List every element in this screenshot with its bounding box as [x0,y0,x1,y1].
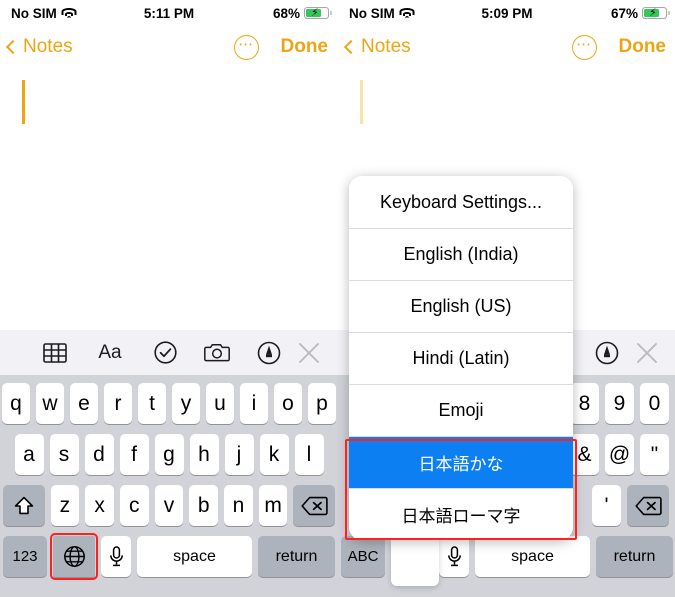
microphone-icon[interactable] [101,536,131,577]
key-apostrophe[interactable]: ' [592,485,621,526]
popup-item-english-india[interactable]: English (India) [349,228,573,280]
shift-icon[interactable] [2,485,45,526]
key-o[interactable]: o [274,383,302,424]
key-f[interactable]: f [119,434,149,475]
nav-right-group: ⋯ Done [233,34,329,60]
keyboard-row-2: a s d f g h j k l [0,434,338,475]
ellipsis-icon[interactable]: ⋯ [233,34,259,60]
status-bar-right: No SIM 5:09 PM 67% ⚡ [338,0,675,26]
key-n[interactable]: n [224,485,253,526]
space-key[interactable]: space [475,536,590,577]
camera-icon[interactable] [204,340,230,366]
key-u[interactable]: u [206,383,234,424]
key-z[interactable]: z [50,485,80,526]
key-rows-left: q w e r t y u i o p a s d f g h j k l z … [0,375,338,580]
text-format-icon[interactable]: Aa [94,340,126,366]
key-m[interactable]: m [258,485,288,526]
key-b[interactable]: b [189,485,219,526]
nav-bar-right: Notes ⋯ Done [338,26,675,68]
popup-item-english-us[interactable]: English (US) [349,280,573,332]
markup-pen-icon[interactable] [256,340,282,366]
status-bar-left: No SIM 5:11 PM 68% ⚡ [0,0,338,26]
popup-item-hindi-latin[interactable]: Hindi (Latin) [349,332,573,384]
notes-tool-group: Aa [42,340,282,366]
popup-item-japanese-kana[interactable]: 日本語かな [349,436,573,488]
chevron-left-icon [5,39,21,55]
keyboard-row-4: ABC space return [338,536,675,577]
key-h[interactable]: h [189,434,219,475]
key-c[interactable]: c [119,485,149,526]
key-i[interactable]: i [240,383,268,424]
nav-right-group: ⋯ Done [571,34,667,60]
nav-bar-left: Notes ⋯ Done [0,26,338,68]
key-r[interactable]: r [104,383,132,424]
key-8[interactable]: 8 [570,383,599,424]
markup-pen-icon[interactable] [594,340,620,366]
close-icon[interactable] [296,340,322,366]
key-v[interactable]: v [154,485,184,526]
phone-screen-left: No SIM 5:11 PM 68% ⚡ Notes ⋯ Done Aa q w… [0,0,338,597]
popup-item-japanese-romaji[interactable]: 日本語ローマ字 [349,488,573,540]
done-button[interactable]: Done [281,36,329,58]
battery-charging-icon: ⚡ [642,6,670,20]
delete-icon[interactable] [293,485,336,526]
key-j[interactable]: j [224,434,254,475]
chevron-left-icon [343,39,359,55]
back-button-label: Notes [23,36,73,57]
battery-percent-label: 68% [272,5,300,21]
key-0[interactable]: 0 [640,383,669,424]
abc-key[interactable]: ABC [341,536,385,577]
key-9[interactable]: 9 [605,383,634,424]
key-p[interactable]: p [308,383,336,424]
status-right-group: 67% ⚡ [610,5,670,21]
key-w[interactable]: w [36,383,64,424]
key-l[interactable]: l [294,434,324,475]
key-s[interactable]: s [49,434,79,475]
key-a[interactable]: a [14,434,44,475]
keyboard-row-4: 123 space return [0,533,338,580]
keyboard-row-1: q w e r t y u i o p [0,383,338,424]
battery-charging-icon: ⚡ [304,6,332,20]
screenshot-stage: No SIM 5:11 PM 68% ⚡ Notes ⋯ Done Aa q w… [0,0,675,597]
space-key[interactable]: space [137,536,252,577]
table-icon[interactable] [42,340,68,366]
popup-item-emoji[interactable]: Emoji [349,384,573,436]
popup-item-keyboard-settings[interactable]: Keyboard Settings... [349,176,573,228]
microphone-icon[interactable] [439,536,469,577]
numbers-key[interactable]: 123 [3,536,47,577]
battery-percent-label: 67% [610,5,638,21]
delete-icon[interactable] [627,485,669,526]
keyboard-popup-tail [391,540,439,586]
return-key[interactable]: return [596,536,673,577]
key-d[interactable]: d [84,434,114,475]
key-k[interactable]: k [259,434,289,475]
key-t[interactable]: t [138,383,166,424]
back-button-label: Notes [361,36,411,57]
key-x[interactable]: x [85,485,114,526]
checklist-icon[interactable] [152,340,178,366]
back-to-notes-button[interactable]: Notes [5,36,73,58]
keyboard-left: Aa q w e r t y u i o p a s d f g h j k l… [0,330,338,597]
keyboard-row-3: z x c v b n m [0,485,338,526]
key-double-quote[interactable]: " [640,434,669,475]
key-y[interactable]: y [172,383,200,424]
key-g[interactable]: g [154,434,184,475]
ellipsis-icon[interactable]: ⋯ [571,34,597,60]
key-e[interactable]: e [70,383,98,424]
back-to-notes-button[interactable]: Notes [343,36,411,58]
text-caret [360,80,363,124]
keyboard-language-popup: Keyboard Settings... English (India) Eng… [349,176,573,540]
note-editor-left[interactable] [0,68,338,267]
close-icon[interactable] [634,340,660,366]
notes-toolbar-left: Aa [0,330,338,375]
text-caret [22,80,25,124]
key-at[interactable]: @ [605,434,634,475]
done-button[interactable]: Done [619,36,667,58]
key-q[interactable]: q [2,383,30,424]
key-ampersand[interactable]: & [570,434,599,475]
return-key[interactable]: return [258,536,335,577]
globe-icon[interactable] [50,533,98,580]
status-right-group: 68% ⚡ [272,5,332,21]
